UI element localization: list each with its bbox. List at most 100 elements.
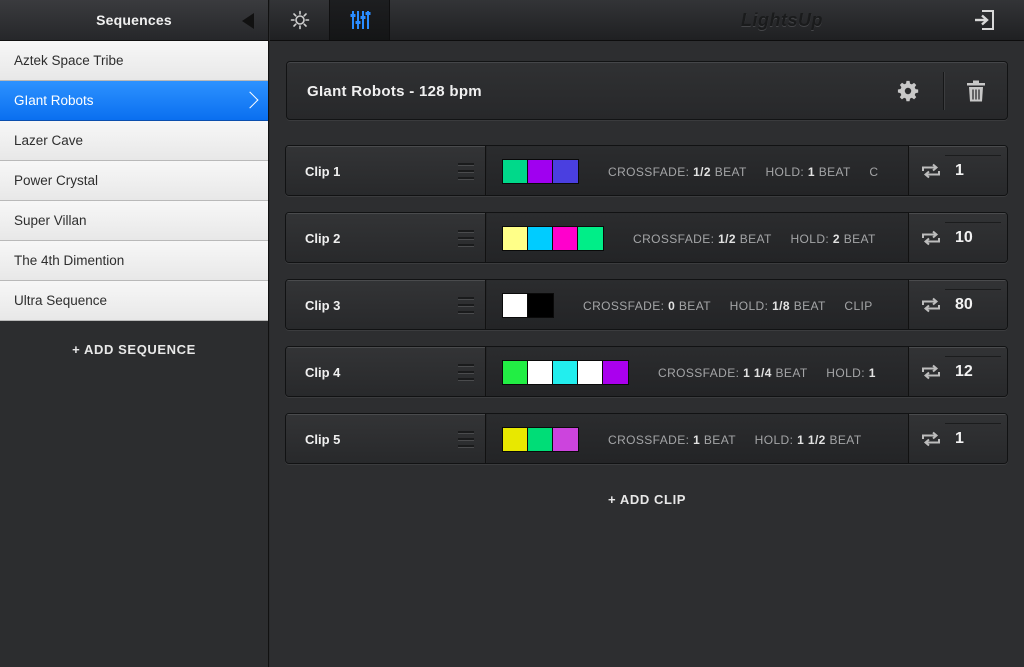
repeat-icon bbox=[922, 297, 940, 313]
color-swatches bbox=[502, 293, 554, 318]
drag-handle-icon[interactable] bbox=[458, 163, 474, 179]
clip-details[interactable]: CROSSFADE: 1 1/4 BEAT HOLD: 1 bbox=[487, 347, 908, 396]
collapse-sidebar-icon[interactable] bbox=[242, 13, 254, 29]
repeat-cell[interactable]: 80 bbox=[908, 280, 1007, 329]
drag-handle-icon[interactable] bbox=[458, 230, 474, 246]
color-swatch bbox=[503, 361, 528, 384]
repeat-count-field[interactable] bbox=[945, 423, 1001, 456]
clip-timing: CROSSFADE: 1 1/4 BEAT HOLD: 1 bbox=[658, 366, 876, 380]
repeat-count: 10 bbox=[955, 229, 973, 246]
crossfade-value: 1/2 bbox=[693, 165, 711, 179]
hold-unit: BEAT bbox=[793, 299, 826, 313]
crossfade-label: CROSSFADE: bbox=[608, 165, 690, 179]
add-sequence-button[interactable]: + ADD SEQUENCE bbox=[0, 342, 268, 357]
sequence-item[interactable]: Power Crystal bbox=[0, 161, 268, 201]
clip-name-cell[interactable]: Clip 1 bbox=[286, 146, 486, 195]
repeat-cell[interactable]: 1 bbox=[908, 146, 1007, 195]
clip-timing: CROSSFADE: 1 BEAT HOLD: 1 1/2 BEAT bbox=[608, 433, 862, 447]
sequence-item[interactable]: The 4th Dimention bbox=[0, 241, 268, 281]
crossfade-value: 1 bbox=[693, 433, 701, 447]
clip-name-cell[interactable]: Clip 3 bbox=[286, 280, 486, 329]
sequence-item[interactable]: Lazer Cave bbox=[0, 121, 268, 161]
tab-sequences-mixer[interactable] bbox=[330, 0, 390, 40]
clip-name-cell[interactable]: Clip 4 bbox=[286, 347, 486, 396]
crossfade-label: CROSSFADE: bbox=[608, 433, 690, 447]
clip-row: Clip 4 CROSSFADE: 1 1/4 BEAT HOLD: 1 12 bbox=[285, 346, 1008, 397]
repeat-icon bbox=[922, 163, 940, 179]
app-title-text: LightsUp bbox=[741, 9, 823, 30]
clip-extra: CLIP bbox=[844, 299, 873, 313]
repeat-count-field[interactable] bbox=[945, 155, 1001, 188]
crossfade-value: 1 1/4 bbox=[743, 366, 772, 380]
sequence-item-selected[interactable]: GIant Robots bbox=[0, 81, 268, 121]
sequence-item[interactable]: Aztek Space Tribe bbox=[0, 41, 268, 81]
repeat-count: 1 bbox=[955, 430, 964, 447]
clip-name-cell[interactable]: Clip 2 bbox=[286, 213, 486, 262]
sequence-header-panel: GIant Robots - 128 bpm bbox=[286, 61, 1008, 120]
sequence-item-label: Super Villan bbox=[14, 213, 87, 228]
repeat-cell[interactable]: 12 bbox=[908, 347, 1007, 396]
hold-label: HOLD: bbox=[729, 299, 769, 313]
color-swatch bbox=[528, 361, 553, 384]
hold-unit: BEAT bbox=[829, 433, 862, 447]
hold-unit: BEAT bbox=[818, 165, 851, 179]
add-clip-button[interactable]: + ADD CLIP bbox=[270, 492, 1024, 507]
repeat-count: 1 bbox=[955, 162, 964, 179]
crossfade-unit: BEAT bbox=[775, 366, 808, 380]
clip-details[interactable]: CROSSFADE: 1/2 BEAT HOLD: 1 BEAT C bbox=[487, 146, 908, 195]
tab-brightness[interactable] bbox=[270, 0, 330, 40]
clip-row: Clip 5 CROSSFADE: 1 BEAT HOLD: 1 1/2 BEA… bbox=[285, 413, 1008, 464]
main-content: GIant Robots - 128 bpm Clip 1 CROSSFADE:… bbox=[270, 41, 1024, 667]
repeat-cell[interactable]: 10 bbox=[908, 213, 1007, 262]
repeat-cell[interactable]: 1 bbox=[908, 414, 1007, 463]
color-swatches bbox=[502, 360, 629, 385]
sun-icon bbox=[290, 10, 309, 30]
color-swatch bbox=[603, 361, 628, 384]
hold-unit: BEAT bbox=[843, 232, 876, 246]
gear-icon[interactable] bbox=[897, 80, 919, 102]
clip-timing: CROSSFADE: 1/2 BEAT HOLD: 2 BEAT bbox=[633, 232, 876, 246]
sequence-item[interactable]: Super Villan bbox=[0, 201, 268, 241]
crossfade-unit: BEAT bbox=[678, 299, 711, 313]
sequence-item-label: Aztek Space Tribe bbox=[14, 53, 124, 68]
app-title: LightsUp bbox=[540, 0, 1024, 40]
sequence-item-label: The 4th Dimention bbox=[14, 253, 125, 268]
color-swatch bbox=[578, 361, 603, 384]
clip-row: Clip 2 CROSSFADE: 1/2 BEAT HOLD: 2 BEAT … bbox=[285, 212, 1008, 263]
repeat-count-field[interactable] bbox=[945, 222, 1001, 255]
sequence-item-label: Ultra Sequence bbox=[14, 293, 108, 308]
crossfade-value: 0 bbox=[668, 299, 676, 313]
repeat-count-field[interactable] bbox=[945, 356, 1001, 389]
drag-handle-icon[interactable] bbox=[458, 297, 474, 313]
clip-row: Clip 1 CROSSFADE: 1/2 BEAT HOLD: 1 BEAT … bbox=[285, 145, 1008, 196]
sequence-list: Aztek Space Tribe GIant Robots Lazer Cav… bbox=[0, 41, 268, 321]
sidebar-header: Sequences bbox=[0, 0, 268, 41]
clip-details[interactable]: CROSSFADE: 1/2 BEAT HOLD: 2 BEAT bbox=[487, 213, 908, 262]
crossfade-label: CROSSFADE: bbox=[583, 299, 665, 313]
color-swatch bbox=[578, 227, 603, 250]
hold-value: 1/8 bbox=[772, 299, 790, 313]
clip-details[interactable]: CROSSFADE: 1 BEAT HOLD: 1 1/2 BEAT bbox=[487, 414, 908, 463]
repeat-count-field[interactable] bbox=[945, 289, 1001, 322]
color-swatch bbox=[503, 227, 528, 250]
repeat-icon bbox=[922, 431, 940, 447]
sequence-item[interactable]: Ultra Sequence bbox=[0, 281, 268, 321]
chevron-right-icon bbox=[241, 91, 259, 109]
sidebar: Sequences Aztek Space Tribe GIant Robots… bbox=[0, 0, 269, 667]
exit-icon[interactable] bbox=[972, 8, 996, 32]
color-swatch bbox=[503, 428, 528, 451]
crossfade-label: CROSSFADE: bbox=[633, 232, 715, 246]
clip-details[interactable]: CROSSFADE: 0 BEAT HOLD: 1/8 BEAT CLIP bbox=[487, 280, 908, 329]
drag-handle-icon[interactable] bbox=[458, 364, 474, 380]
color-swatch bbox=[553, 160, 578, 183]
color-swatches bbox=[502, 159, 579, 184]
clip-row: Clip 3 CROSSFADE: 0 BEAT HOLD: 1/8 BEAT … bbox=[285, 279, 1008, 330]
color-swatch bbox=[528, 428, 553, 451]
crossfade-value: 1/2 bbox=[718, 232, 736, 246]
trash-icon[interactable] bbox=[967, 80, 985, 102]
color-swatch bbox=[503, 160, 528, 183]
clip-name-cell[interactable]: Clip 5 bbox=[286, 414, 486, 463]
mixer-sliders-icon bbox=[350, 11, 370, 29]
divider bbox=[943, 72, 944, 110]
drag-handle-icon[interactable] bbox=[458, 431, 474, 447]
